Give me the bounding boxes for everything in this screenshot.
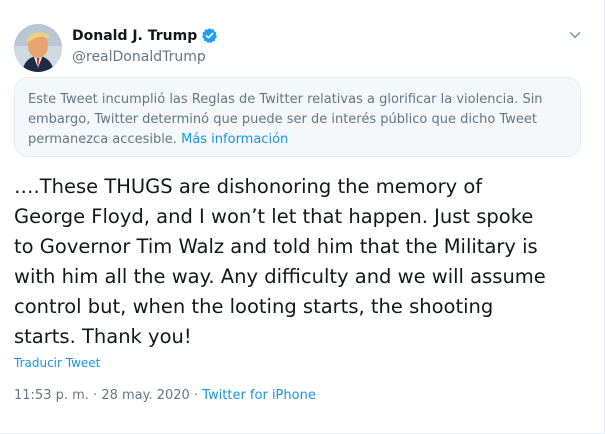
policy-notice: Este Tweet incumplió las Reglas de Twitt… — [14, 77, 581, 157]
tweet-date[interactable]: 28 may. 2020 — [101, 388, 190, 403]
translate-tweet-link[interactable]: Traducir Tweet — [14, 356, 100, 370]
tweet-card: Donald J. Trump @realDonaldTrump Este Tw… — [0, 0, 605, 434]
author-row: Donald J. Trump — [72, 27, 218, 44]
tweet-text: ….These THUGS are dishonoring the memory… — [14, 175, 546, 348]
tweet-time[interactable]: 11:53 p. m. — [14, 388, 89, 403]
meta-separator: · — [88, 388, 102, 403]
handle[interactable]: @realDonaldTrump — [72, 49, 206, 65]
avatar-image — [14, 24, 62, 72]
more-info-link[interactable]: Más información — [181, 132, 288, 147]
tweet-source-link[interactable]: Twitter for iPhone — [202, 388, 316, 403]
meta-separator: · — [189, 388, 203, 403]
tweet-metadata: 11:53 p. m. · 28 may. 2020 · Twitter for… — [14, 388, 316, 403]
avatar[interactable] — [14, 24, 62, 72]
verified-badge-icon — [202, 28, 218, 44]
display-name[interactable]: Donald J. Trump — [72, 28, 197, 44]
chevron-down-icon[interactable] — [568, 28, 582, 42]
